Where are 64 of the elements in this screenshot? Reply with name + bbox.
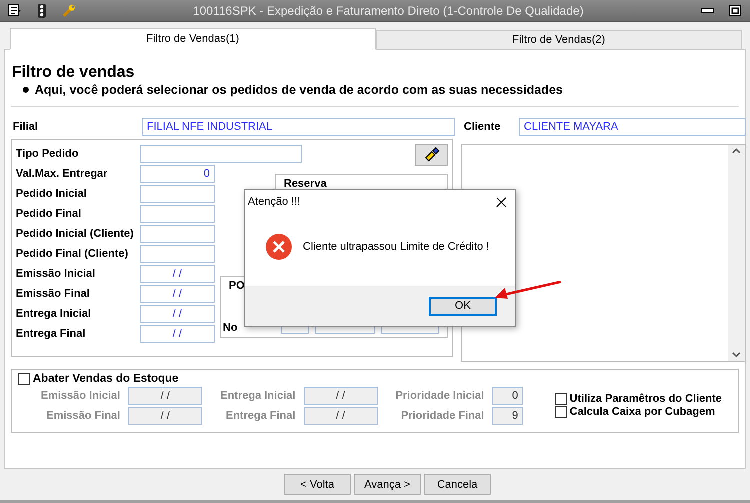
field-label: No	[223, 322, 239, 334]
field-label: Emissão Inicial	[16, 268, 96, 280]
maximize-icon[interactable]	[729, 4, 742, 16]
field-label: Pedido Final (Cliente)	[16, 248, 130, 260]
input-field[interactable]	[140, 145, 302, 163]
close-icon[interactable]	[496, 196, 507, 208]
menu-icon[interactable]	[8, 4, 22, 17]
section-description: Aqui, você poderá selecionar os pedidos de venda de acordo com as suas necessidades	[35, 83, 563, 97]
dialog-title: Atenção !!!	[248, 196, 301, 208]
brush-icon	[424, 147, 440, 163]
nav-button[interactable]: Avança >	[354, 474, 421, 495]
tab[interactable]: Filtro de Vendas(2)	[376, 30, 742, 50]
field-label: Pedido Inicial (Cliente)	[16, 228, 135, 240]
bullet-icon	[23, 87, 29, 93]
input-field[interactable]	[140, 245, 215, 263]
checkbox-label: Utiliza Paramêtros do Cliente	[570, 393, 722, 405]
input-field[interactable]: / /	[140, 305, 215, 323]
scrollbar[interactable]	[728, 145, 745, 361]
checkbox[interactable]	[554, 393, 567, 405]
input-field[interactable]	[140, 205, 215, 223]
checkbox[interactable]	[18, 373, 30, 385]
input-field[interactable]: 0	[140, 165, 215, 183]
scroll-up-icon[interactable]	[732, 148, 741, 154]
input-field[interactable]: / /	[140, 325, 215, 343]
field-label: Pedido Final	[16, 208, 82, 220]
field-label: Tipo Pedido	[16, 148, 80, 160]
input-field[interactable]: / /	[140, 285, 215, 303]
field-label: Emissão Final	[46, 410, 120, 422]
clear-button[interactable]	[415, 144, 448, 166]
checkbox-label: Calcula Caixa por Cubagem	[570, 406, 716, 418]
field-label: Entrega Final	[16, 328, 87, 340]
input-field[interactable]	[140, 185, 215, 203]
input-field[interactable]: CLIENTE MAYARA	[519, 118, 746, 136]
checkbox[interactable]	[554, 406, 567, 418]
ok-button[interactable]: OK	[429, 296, 497, 316]
nav-button[interactable]: < Volta	[284, 474, 351, 495]
minimize-icon[interactable]	[701, 6, 715, 16]
field-label: Entrega Inicial	[16, 308, 92, 320]
field-label: Val.Max. Entregar	[16, 168, 109, 180]
traffic-light-icon[interactable]	[36, 4, 48, 18]
input-field[interactable]: / /	[140, 265, 215, 283]
wrench-icon[interactable]	[62, 4, 76, 18]
tab[interactable]: Filtro de Vendas(1)	[10, 28, 376, 50]
group-title: PO	[229, 280, 246, 292]
field-label: Emissão Final	[16, 288, 91, 300]
field-label: Emissão Inicial	[41, 390, 120, 402]
field-label: Prioridade Final	[401, 410, 484, 422]
field-label: Cliente	[463, 121, 502, 133]
field-label: Pedido Inicial	[16, 188, 88, 200]
section-title: Filtro de vendas	[12, 64, 136, 82]
input-field[interactable]: FILIAL NFE INDUSTRIAL	[142, 118, 455, 136]
scroll-down-icon[interactable]	[732, 352, 741, 358]
dialog-message: Cliente ultrapassou Limite de Crédito !	[303, 241, 490, 253]
field-label: Entrega Final	[226, 410, 296, 422]
field-label: Filial	[12, 121, 40, 133]
window-title: 100116SPK - Expedição e Faturamento Direto (1-Controle De Qualidade)	[192, 4, 585, 18]
field-label: Prioridade Inicial	[396, 390, 484, 402]
checkbox-label: Abater Vendas do Estoque	[33, 373, 179, 385]
annotation-arrow	[494, 281, 562, 300]
input-field[interactable]	[140, 225, 215, 243]
field-label: Entrega Inicial	[220, 390, 296, 402]
nav-button[interactable]: Cancela	[424, 474, 491, 495]
error-icon	[265, 233, 293, 261]
group-title: Reserva	[284, 178, 328, 190]
